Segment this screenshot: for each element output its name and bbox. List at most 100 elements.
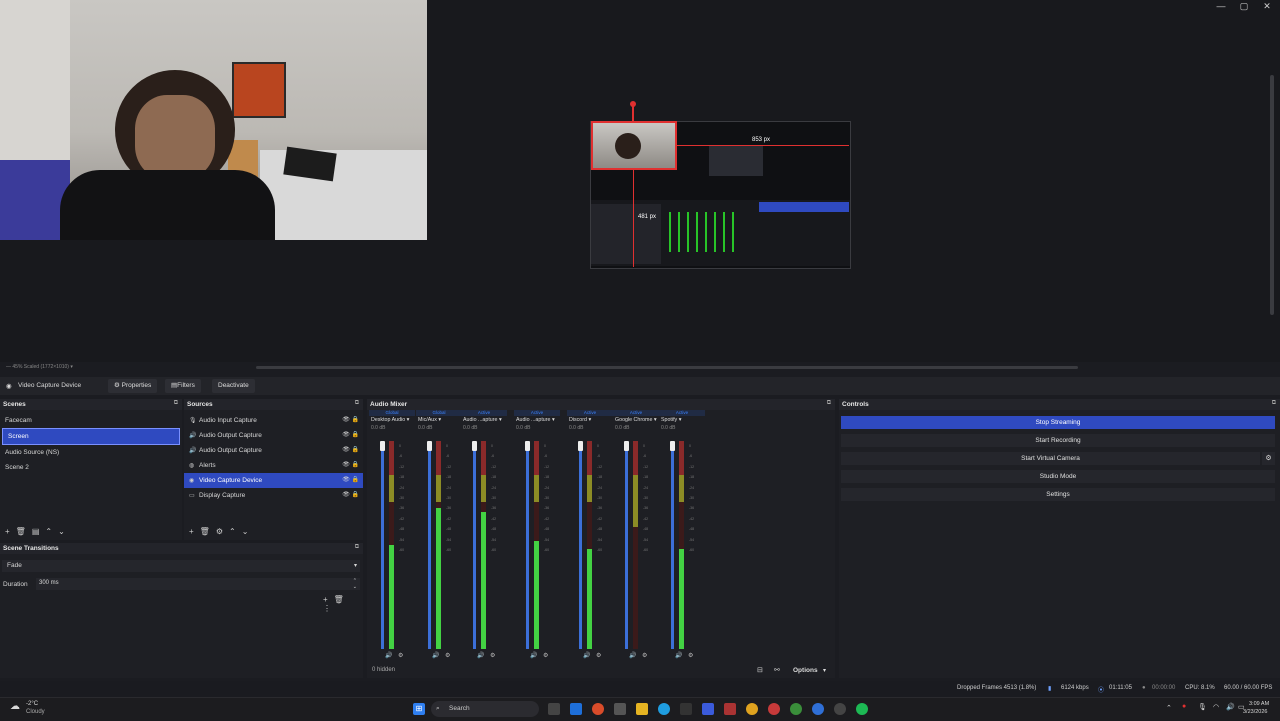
volume-icon[interactable]: 🔊 (1226, 703, 1235, 711)
chrome-icon[interactable] (768, 703, 780, 715)
scene-item[interactable]: Scene 2 (0, 460, 182, 475)
rotate-handle[interactable] (630, 101, 636, 107)
app-icon[interactable] (592, 703, 604, 715)
channel-settings-icon[interactable]: ⚙ (596, 652, 601, 659)
visibility-lock-icons[interactable]: 👁 🔒 (342, 413, 359, 428)
move-down-icon[interactable]: ⌄ (242, 527, 249, 536)
start-icon[interactable]: ⊞ (413, 703, 425, 715)
dock-float-icon[interactable]: ⧉ (355, 544, 359, 551)
source-item-selected[interactable]: ◉ Video Capture Device 👁 🔒 (184, 473, 363, 488)
volume-slider-track[interactable] (625, 441, 628, 649)
move-up-icon[interactable]: ⌃ (229, 527, 236, 536)
channel-settings-icon[interactable]: ⚙ (688, 652, 693, 659)
channel-name[interactable]: Audio ...apture ▾ (514, 416, 560, 425)
layout-icon[interactable]: ⊟ (757, 666, 763, 674)
dock-float-icon[interactable]: ⧉ (827, 400, 831, 407)
visibility-lock-icons[interactable]: 👁 🔒 (342, 473, 359, 488)
maximize-icon[interactable]: ▢ (1233, 0, 1255, 12)
speaker-icon[interactable]: 🔊 (675, 652, 682, 659)
filter-icon[interactable]: ▤ (32, 527, 40, 536)
visibility-lock-icons[interactable]: 👁 🔒 (342, 488, 359, 503)
obs-icon[interactable] (834, 703, 846, 715)
transition-select[interactable]: Fade ▾ (2, 560, 360, 572)
visibility-lock-icons[interactable]: 👁 🔒 (342, 428, 359, 443)
gear-icon[interactable]: ⚙ (216, 527, 223, 536)
deactivate-button[interactable]: Deactivate (212, 379, 255, 393)
move-down-icon[interactable]: ⌄ (58, 527, 65, 536)
speaker-icon[interactable]: 🔊 (583, 652, 590, 659)
widgets-icon[interactable] (570, 703, 582, 715)
channel-settings-icon[interactable]: ⚙ (543, 652, 548, 659)
clock-date[interactable]: 3/23/2026 (1243, 709, 1267, 715)
source-item[interactable]: 🔊 Audio Output Capture 👁 🔒 (184, 443, 363, 458)
visibility-lock-icons[interactable]: 👁 🔒 (342, 458, 359, 473)
edge-icon[interactable] (658, 703, 670, 715)
app-icon[interactable] (702, 703, 714, 715)
volume-slider-knob[interactable] (427, 441, 432, 451)
start-virtual-camera-button[interactable]: Start Virtual Camera (841, 452, 1260, 465)
channel-name[interactable]: Desktop Audio ▾ (369, 416, 415, 425)
tray-app-icon[interactable]: 🎙 (1198, 703, 1207, 711)
add-icon[interactable]: + (189, 527, 194, 536)
dock-float-icon[interactable]: ⧉ (355, 400, 359, 407)
speaker-icon[interactable]: 🔊 (385, 652, 392, 659)
channel-name[interactable]: Mic/Aux ▾ (416, 416, 462, 425)
trash-icon[interactable]: 🗑 (200, 527, 210, 536)
minimize-icon[interactable]: — (1210, 0, 1232, 12)
duration-field[interactable]: 300 ms ⌃ ⌄ (36, 578, 360, 590)
horizontal-scrollbar[interactable] (256, 366, 1078, 369)
zoom-text[interactable]: — 45% Scaled (1772×1010) ▾ (6, 364, 73, 370)
volume-slider-knob[interactable] (472, 441, 477, 451)
channel-name[interactable]: Spotify ▾ (659, 416, 705, 425)
speaker-icon[interactable]: 🔊 (629, 652, 636, 659)
weather-icon[interactable]: ☁ (10, 701, 20, 712)
speaker-icon[interactable]: 🔊 (432, 652, 439, 659)
close-icon[interactable]: ✕ (1256, 0, 1278, 12)
studio-mode-button[interactable]: Studio Mode (841, 470, 1275, 483)
volume-slider-track[interactable] (671, 441, 674, 649)
channel-settings-icon[interactable]: ⚙ (445, 652, 450, 659)
channel-settings-icon[interactable]: ⚙ (490, 652, 495, 659)
taskbar-search[interactable]: ⌕ Search (431, 701, 539, 717)
settings-button[interactable]: Settings (841, 488, 1275, 501)
add-icon[interactable]: + (323, 595, 328, 604)
channel-name[interactable]: Google Chrome ▾ (613, 416, 659, 425)
vertical-scrollbar[interactable] (1270, 75, 1274, 315)
properties-button[interactable]: ⚙ Properties (108, 379, 158, 393)
gear-icon[interactable]: ⚙ (1262, 452, 1275, 465)
source-item[interactable]: 🔊 Audio Output Capture 👁 🔒 (184, 428, 363, 443)
source-item[interactable]: ▭ Display Capture 👁 🔒 (184, 488, 363, 503)
settings-app-icon[interactable] (614, 703, 626, 715)
chrome-icon[interactable] (746, 703, 758, 715)
add-icon[interactable]: + (5, 527, 10, 536)
volume-slider-knob[interactable] (380, 441, 385, 451)
selected-source-bounds[interactable] (591, 121, 677, 170)
filters-button[interactable]: ▤Filters (165, 379, 201, 393)
volume-slider-knob[interactable] (624, 441, 629, 451)
volume-slider-knob[interactable] (525, 441, 530, 451)
task-view-icon[interactable] (548, 703, 560, 715)
wifi-icon[interactable]: ◠ (1213, 703, 1219, 711)
trash-icon[interactable]: 🗑 (334, 595, 344, 604)
tray-app-icon[interactable]: ● (1182, 703, 1186, 710)
channel-name[interactable]: Audio ...apture ▾ (461, 416, 507, 425)
app-icon[interactable] (724, 703, 736, 715)
spotify-icon[interactable] (856, 703, 868, 715)
volume-slider-track[interactable] (579, 441, 582, 649)
source-item[interactable]: ◍ Alerts 👁 🔒 (184, 458, 363, 473)
speaker-icon[interactable]: 🔊 (477, 652, 484, 659)
volume-slider-track[interactable] (381, 441, 384, 649)
chrome-icon[interactable] (790, 703, 802, 715)
volume-slider-track[interactable] (473, 441, 476, 649)
scene-item-selected[interactable]: Screen (2, 428, 180, 445)
trash-icon[interactable]: 🗑 (16, 527, 26, 536)
speaker-icon[interactable]: 🔊 (530, 652, 537, 659)
volume-slider-track[interactable] (428, 441, 431, 649)
start-recording-button[interactable]: Start Recording (841, 434, 1275, 447)
dock-float-icon[interactable]: ⧉ (174, 400, 178, 407)
source-item[interactable]: 🎙 Audio Input Capture 👁 🔒 (184, 413, 363, 428)
link-icon[interactable]: ⚯ (774, 666, 780, 674)
volume-slider-knob[interactable] (578, 441, 583, 451)
stop-streaming-button[interactable]: Stop Streaming (841, 416, 1275, 429)
store-icon[interactable] (680, 703, 692, 715)
